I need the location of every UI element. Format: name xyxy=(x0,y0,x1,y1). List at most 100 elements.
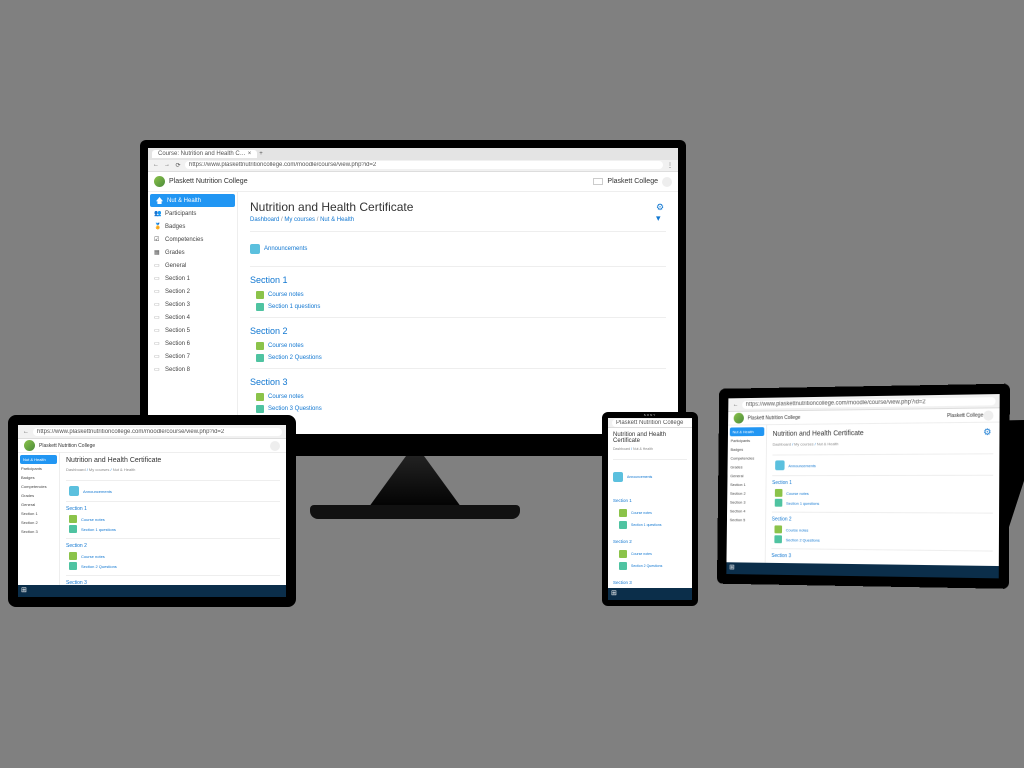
sidebar-item[interactable]: Participants xyxy=(18,464,59,473)
sidebar-item-section[interactable]: Section 5 xyxy=(148,324,237,337)
section-heading[interactable]: Section 1 xyxy=(772,480,993,486)
sidebar-item[interactable]: Participants xyxy=(728,436,766,445)
tablet-left-screen: ← Plaskett Nutrition College Nut & Healt… xyxy=(18,425,286,597)
menu-button[interactable]: ⋮ xyxy=(666,162,674,169)
sidebar-item-participants[interactable]: Participants xyxy=(148,207,237,220)
activity-book[interactable]: Course notes xyxy=(250,391,666,403)
sidebar-item[interactable]: General xyxy=(727,471,765,480)
reload-button[interactable]: ⟳ xyxy=(174,162,182,169)
activity-quiz[interactable]: Section 2 Questions xyxy=(66,561,280,571)
windows-taskbar[interactable] xyxy=(18,585,286,597)
sidebar-item-section[interactable]: Section 1 xyxy=(148,272,237,285)
sidebar-item-section[interactable]: Section 3 xyxy=(148,298,237,311)
section-heading[interactable]: Section 2 xyxy=(250,326,666,336)
sidebar-item[interactable]: Section 1 xyxy=(18,509,59,518)
sidebar-item[interactable]: Section 3 xyxy=(18,527,59,536)
sidebar-item[interactable]: Competencies xyxy=(728,454,766,463)
sidebar-item[interactable]: Section 5 xyxy=(727,515,765,524)
user-name[interactable]: Plaskett College xyxy=(947,412,983,419)
sidebar-item[interactable]: General xyxy=(18,500,59,509)
address-bar[interactable] xyxy=(612,419,692,427)
sidebar-item[interactable]: Competencies xyxy=(18,482,59,491)
main-content: Nutrition and Health Certificate Dashboa… xyxy=(60,453,286,585)
sidebar-item[interactable]: Section 1 xyxy=(727,480,765,489)
sidebar-item[interactable]: Grades xyxy=(18,491,59,500)
folder-icon xyxy=(154,327,161,334)
breadcrumb-link[interactable]: Dashboard xyxy=(250,217,279,223)
back-button[interactable]: ← xyxy=(732,402,739,408)
activity-quiz[interactable]: Section 2 Questions xyxy=(772,534,993,546)
breadcrumb-link[interactable]: My courses xyxy=(284,217,315,223)
site-name[interactable]: Plaskett Nutrition College xyxy=(169,178,248,185)
site-name[interactable]: Plaskett Nutrition College xyxy=(748,414,801,421)
site-name[interactable]: Plaskett Nutrition College xyxy=(39,443,95,449)
sidebar-item-badges[interactable]: Badges xyxy=(148,220,237,233)
activity-book[interactable]: Course notes xyxy=(613,507,687,519)
close-icon[interactable]: × xyxy=(248,151,252,157)
sidebar-item[interactable]: Grades xyxy=(728,462,766,471)
back-button[interactable]: ← xyxy=(152,162,160,168)
sidebar-item-section[interactable]: Section 6 xyxy=(148,337,237,350)
sidebar: Nut & Health Participants Badges Compete… xyxy=(726,425,767,563)
sidebar-item[interactable]: Section 4 xyxy=(727,507,765,516)
gear-icon[interactable]: ⚙ ▾ xyxy=(656,202,666,212)
activity-announcements[interactable]: Announcements xyxy=(66,485,280,497)
user-menu[interactable]: Plaskett College xyxy=(593,177,672,187)
sidebar-item-course[interactable]: Nut & Health xyxy=(150,194,235,207)
gear-icon[interactable]: ⚙ xyxy=(983,427,993,437)
section-heading[interactable]: Section 3 xyxy=(771,553,992,562)
browser-tab[interactable]: Course: Nutrition and Health C…× xyxy=(152,150,257,158)
back-button[interactable]: ← xyxy=(22,429,30,435)
address-bar[interactable] xyxy=(185,161,663,169)
sidebar-item-section[interactable]: Section 7 xyxy=(148,350,237,363)
sidebar-item-section[interactable]: Section 8 xyxy=(148,363,237,376)
section-heading[interactable]: Section 3 xyxy=(613,580,687,585)
activity-quiz[interactable]: Section 1 questions xyxy=(613,519,687,531)
activity-quiz[interactable]: Section 2 Questions xyxy=(250,352,666,364)
activity-quiz[interactable]: Section 2 Questions xyxy=(613,560,687,572)
activity-quiz[interactable]: Section 1 questions xyxy=(66,524,280,534)
sidebar-item[interactable]: Section 2 xyxy=(727,489,765,498)
section-heading[interactable]: Section 2 xyxy=(772,517,993,524)
activity-book[interactable]: Course notes xyxy=(613,548,687,560)
activity-announcements[interactable]: Announcements xyxy=(613,464,687,490)
quiz-icon xyxy=(69,562,77,570)
activity-announcements[interactable]: Announcements xyxy=(250,236,666,262)
new-tab-button[interactable]: + xyxy=(259,151,263,157)
sidebar-item-section[interactable]: Section 4 xyxy=(148,311,237,324)
forward-button[interactable]: → xyxy=(163,162,171,168)
page-title: Nutrition and Health Certificate xyxy=(66,457,280,464)
activity-book[interactable]: Course notes xyxy=(250,289,666,301)
avatar[interactable] xyxy=(270,441,280,451)
activity-book[interactable]: Course notes xyxy=(250,340,666,352)
sidebar-item-competencies[interactable]: Competencies xyxy=(148,233,237,246)
section-heading[interactable]: Section 1 xyxy=(613,498,687,503)
sidebar-item[interactable]: Badges xyxy=(18,473,59,482)
android-navbar[interactable] xyxy=(608,588,692,600)
sidebar-item-section[interactable]: Section 2 xyxy=(148,285,237,298)
section-heading[interactable]: Section 3 xyxy=(250,377,666,387)
address-bar[interactable] xyxy=(742,397,995,409)
breadcrumb-link[interactable]: Nut & Health xyxy=(320,217,354,223)
activity-quiz[interactable]: Section 1 questions xyxy=(772,498,993,509)
section-heading[interactable]: Section 2 xyxy=(66,543,280,549)
sidebar-item-course[interactable]: Nut & Health xyxy=(20,455,57,464)
sidebar-item[interactable]: Section 2 xyxy=(18,518,59,527)
sidebar-item-general[interactable]: General xyxy=(148,259,237,272)
section-heading[interactable]: Section 1 xyxy=(250,275,666,285)
section-heading[interactable]: Section 2 xyxy=(613,539,687,544)
activity-quiz[interactable]: Section 1 questions xyxy=(250,301,666,313)
activity-announcements[interactable]: Announcements xyxy=(772,458,993,471)
sidebar-item-grades[interactable]: Grades xyxy=(148,246,237,259)
sidebar-item[interactable]: Section 3 xyxy=(727,498,765,507)
avatar[interactable] xyxy=(983,410,993,420)
address-bar[interactable] xyxy=(33,428,282,436)
sidebar-item-course[interactable]: Nut & Health xyxy=(730,427,765,436)
home-icon xyxy=(156,197,163,204)
windows-taskbar[interactable] xyxy=(726,562,998,578)
activity-book[interactable]: Course notes xyxy=(66,514,280,524)
sidebar-item[interactable]: Badges xyxy=(728,445,766,454)
section-heading[interactable]: Section 1 xyxy=(66,506,280,512)
activity-book[interactable]: Course notes xyxy=(66,551,280,561)
activity-book[interactable]: Course notes xyxy=(772,488,993,498)
